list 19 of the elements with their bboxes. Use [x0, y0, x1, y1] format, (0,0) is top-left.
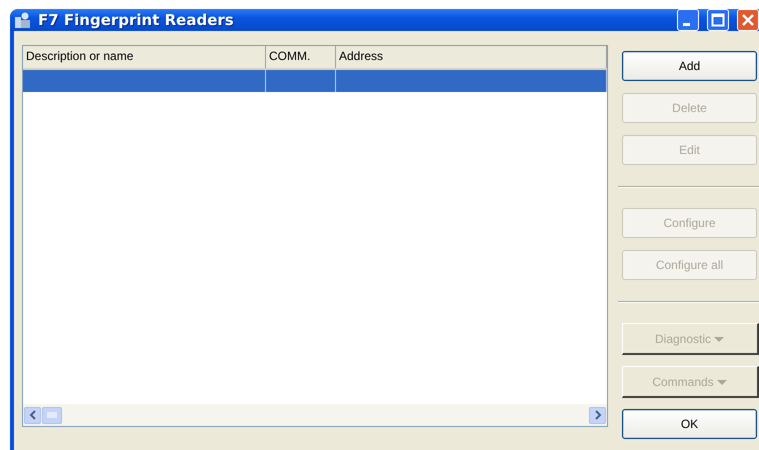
column-header[interactable]: Description or name — [23, 46, 266, 68]
horizontal-scrollbar[interactable] — [23, 404, 607, 426]
caret-icon — [714, 336, 726, 342]
column-header[interactable]: Address — [336, 46, 607, 68]
minimize-button[interactable] — [677, 9, 699, 31]
button[interactable]: OK — [622, 409, 757, 439]
button[interactable]: Add — [622, 51, 757, 81]
scroll-right-icon[interactable] — [589, 406, 606, 424]
maximize-icon — [711, 13, 725, 27]
caret-icon — [716, 380, 728, 386]
minimize-icon — [682, 23, 690, 26]
maximize-button[interactable] — [707, 9, 729, 31]
scroll-left-icon[interactable] — [24, 406, 41, 424]
close-button[interactable] — [737, 9, 759, 31]
window-title: F7 Fingerprint Readers — [38, 11, 235, 29]
scroll-thumb[interactable] — [42, 406, 62, 424]
column-header[interactable]: COMM. — [266, 46, 336, 68]
app-icon — [14, 11, 32, 29]
close-icon — [741, 13, 755, 27]
